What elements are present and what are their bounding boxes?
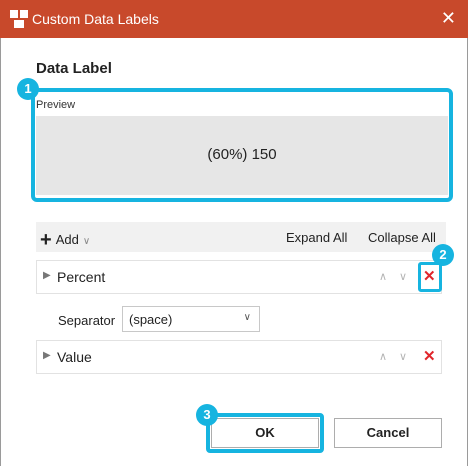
dialog-border-left bbox=[0, 38, 1, 466]
delete-highlight-frame bbox=[418, 262, 442, 292]
window-title: Custom Data Labels bbox=[32, 11, 159, 27]
item-label: Percent bbox=[57, 269, 106, 285]
app-icon bbox=[10, 10, 28, 28]
separator-label: Separator bbox=[58, 313, 116, 328]
caret-right-icon[interactable]: ▶ bbox=[43, 350, 51, 361]
chevron-down-icon[interactable]: ∨ bbox=[399, 270, 407, 283]
separator-value: (space) bbox=[129, 312, 173, 327]
chevron-up-icon[interactable]: ∧ bbox=[379, 350, 387, 363]
item-label: Value bbox=[57, 349, 92, 365]
preview-box: (60%) 150 bbox=[36, 116, 448, 195]
add-label: Add bbox=[55, 232, 79, 247]
preview-label: Preview bbox=[36, 99, 76, 111]
callout-badge-1: 1 bbox=[17, 78, 39, 100]
callout-badge-2: 2 bbox=[432, 244, 454, 266]
separator-select[interactable]: (space) ∨ bbox=[122, 306, 260, 332]
cancel-button[interactable]: Cancel bbox=[334, 418, 442, 448]
list-item-percent[interactable]: ▶ Percent ∧ ∨ ✕ bbox=[36, 260, 442, 294]
callout-badge-3: 3 bbox=[196, 404, 218, 426]
chevron-down-icon[interactable]: ∨ bbox=[399, 350, 407, 363]
toolbar: + Add ∨ Expand All Collapse All bbox=[36, 222, 446, 252]
collapse-all-button[interactable]: Collapse All bbox=[368, 230, 436, 245]
delete-x-icon[interactable]: ✕ bbox=[423, 347, 436, 365]
title-bar: Custom Data Labels ✕ bbox=[0, 0, 468, 38]
caret-right-icon[interactable]: ▶ bbox=[43, 270, 51, 281]
ok-button[interactable]: OK bbox=[211, 418, 319, 448]
list-item-value[interactable]: ▶ Value ∧ ∨ ✕ bbox=[36, 340, 442, 374]
expand-all-button[interactable]: Expand All bbox=[286, 230, 347, 245]
close-icon[interactable]: ✕ bbox=[441, 8, 456, 28]
add-button[interactable]: + Add ∨ bbox=[40, 227, 91, 251]
preview-text: (60%) 150 bbox=[207, 146, 277, 163]
plus-icon: + bbox=[40, 229, 52, 251]
section-title: Data Label bbox=[36, 60, 112, 77]
chevron-up-icon[interactable]: ∧ bbox=[379, 270, 387, 283]
chevron-down-icon: ∨ bbox=[82, 236, 91, 247]
chevron-down-icon: ∨ bbox=[243, 312, 251, 323]
